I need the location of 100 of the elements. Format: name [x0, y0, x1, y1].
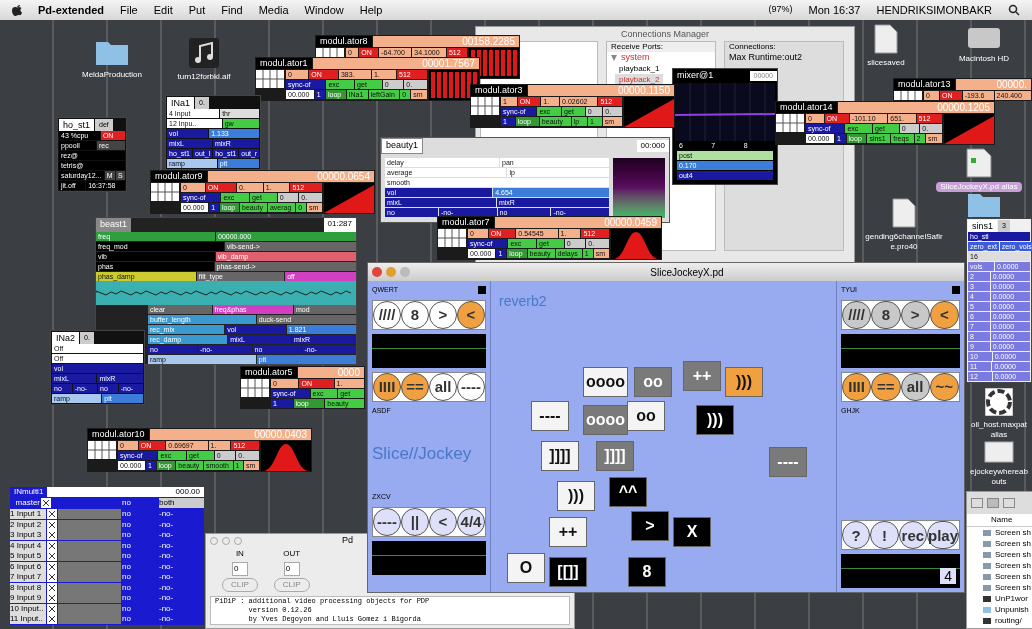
- menu-item[interactable]: Help: [359, 1, 383, 19]
- tree-item[interactable]: playback_1: [615, 63, 664, 74]
- battery-status[interactable]: (97%): [768, 3, 793, 17]
- route-select[interactable]: no: [122, 498, 158, 508]
- glyph-tile[interactable]: oooo: [583, 367, 629, 397]
- tree-item[interactable]: system: [621, 52, 650, 63]
- glyph-tile[interactable]: ----: [531, 401, 569, 431]
- send-select[interactable]: -no-: [159, 551, 204, 562]
- circle-button[interactable]: ~~: [929, 372, 959, 401]
- glyph-tile[interactable]: ----: [769, 447, 807, 477]
- close-icon[interactable]: [47, 519, 57, 530]
- send-select[interactable]: -no-: [159, 519, 204, 530]
- send-select[interactable]: -no-: [159, 509, 204, 520]
- menu-item[interactable]: Find: [221, 1, 243, 19]
- circle-button[interactable]: ----: [373, 507, 401, 536]
- file-name[interactable]: Unpunish: [995, 603, 1029, 616]
- menu-item[interactable]: Media: [258, 1, 289, 19]
- circle-button[interactable]: !: [870, 521, 899, 549]
- menu-clock[interactable]: Mon 16:37: [808, 1, 861, 19]
- glyph-tile[interactable]: ]]]]: [541, 441, 579, 471]
- route-select[interactable]: no: [122, 540, 158, 551]
- route-select[interactable]: no: [122, 593, 158, 604]
- circle-button[interactable]: ----: [457, 372, 485, 401]
- glyph-tile[interactable]: ))): [557, 481, 595, 511]
- circle-button[interactable]: play: [927, 521, 959, 549]
- close-icon[interactable]: [47, 603, 57, 614]
- close-icon[interactable]: [47, 551, 57, 562]
- square-toggle[interactable]: [952, 286, 960, 295]
- send-select[interactable]: -no-: [159, 614, 204, 625]
- route-select[interactable]: no: [122, 582, 158, 593]
- circle-button[interactable]: <: [429, 507, 457, 536]
- glyph-tile[interactable]: ))): [725, 367, 763, 397]
- file-name[interactable]: Screen sh: [995, 570, 1032, 583]
- close-icon[interactable]: [47, 509, 57, 520]
- apple-logo-icon[interactable]: [12, 4, 22, 16]
- glyph-tile[interactable]: 8: [628, 557, 666, 587]
- circle-button[interactable]: >: [900, 300, 930, 329]
- route-select[interactable]: no: [122, 561, 158, 572]
- send-select[interactable]: -no-: [159, 593, 204, 604]
- menu-item[interactable]: Put: [188, 1, 206, 19]
- close-icon[interactable]: [47, 561, 57, 572]
- mode-select[interactable]: both: [159, 498, 204, 508]
- circle-button[interactable]: ==: [871, 372, 901, 401]
- glyph-tile[interactable]: oo: [634, 367, 672, 397]
- circle-button[interactable]: ||: [401, 507, 429, 536]
- circle-button[interactable]: all: [900, 372, 930, 401]
- number-field[interactable]: 0: [283, 562, 300, 576]
- circle-button[interactable]: <: [929, 300, 959, 329]
- route-select[interactable]: no: [122, 614, 158, 625]
- glyph-tile[interactable]: ++: [683, 361, 721, 391]
- menu-user[interactable]: HENDRIKSIMONBAKR: [876, 1, 992, 19]
- close-button[interactable]: [372, 267, 382, 277]
- glyph-tile[interactable]: ++: [549, 517, 587, 547]
- circle-button[interactable]: 8: [871, 300, 901, 329]
- close-icon[interactable]: [47, 614, 57, 625]
- circle-button[interactable]: 8: [401, 300, 429, 329]
- circle-button[interactable]: >: [429, 300, 457, 329]
- circle-button[interactable]: IIII: [373, 372, 401, 401]
- circle-button[interactable]: ////: [373, 300, 401, 329]
- route-select[interactable]: no: [122, 551, 158, 562]
- send-select[interactable]: -no-: [159, 530, 204, 541]
- route-select[interactable]: no: [122, 603, 158, 614]
- route-select[interactable]: no: [122, 519, 158, 530]
- desktop-icon-label[interactable]: gending6channelSafire.pro40: [860, 232, 948, 252]
- glyph-tile[interactable]: X: [673, 517, 711, 547]
- send-select[interactable]: -no-: [159, 572, 204, 583]
- desktop-icon-label[interactable]: slicesaved: [863, 58, 909, 68]
- circle-button[interactable]: ?: [842, 521, 871, 549]
- file-name[interactable]: Screen sh: [995, 559, 1032, 572]
- glyph-tile[interactable]: O: [507, 553, 545, 583]
- glyph-tile[interactable]: oooo: [583, 405, 629, 435]
- disclosure-triangle-icon[interactable]: [611, 54, 617, 61]
- route-select[interactable]: no: [122, 572, 158, 583]
- search-icon[interactable]: [1008, 4, 1020, 16]
- glyph-tile[interactable]: oo: [627, 401, 665, 431]
- square-toggle[interactable]: [478, 286, 486, 295]
- file-name[interactable]: routing/: [995, 614, 1022, 627]
- icon-view-icon[interactable]: [971, 498, 983, 508]
- glyph-tile[interactable]: ^^: [609, 477, 647, 507]
- file-name[interactable]: Screen sh: [995, 537, 1032, 550]
- close-icon[interactable]: [47, 582, 57, 593]
- desktop-icon-label[interactable]: oll_host.maxpat alias: [966, 420, 1032, 440]
- connection-item[interactable]: Max Runtime:out2: [725, 52, 843, 63]
- glyph-tile[interactable]: >: [631, 511, 669, 541]
- send-select[interactable]: -no-: [159, 540, 204, 551]
- circle-button[interactable]: 4/4: [457, 507, 485, 536]
- desktop-icon-label[interactable]: turn12forbkl.aif: [173, 72, 235, 82]
- circle-button[interactable]: ////: [842, 300, 872, 329]
- menu-item[interactable]: Edit: [153, 1, 173, 19]
- close-icon[interactable]: [47, 530, 57, 541]
- circle-button[interactable]: <: [457, 300, 485, 329]
- desktop-icon-label[interactable]: Macintosh HD: [954, 54, 1014, 64]
- file-name[interactable]: UnP1wor: [995, 592, 1028, 605]
- close-icon[interactable]: [41, 498, 51, 508]
- menu-item[interactable]: File: [120, 1, 138, 19]
- menu-app-name[interactable]: Pd-extended: [38, 1, 104, 19]
- circle-button[interactable]: rec: [898, 521, 927, 549]
- send-select[interactable]: -no-: [159, 582, 204, 593]
- desktop-icon-label[interactable]: ejockeywhereabouts: [966, 467, 1032, 487]
- circle-button[interactable]: IIII: [842, 372, 872, 401]
